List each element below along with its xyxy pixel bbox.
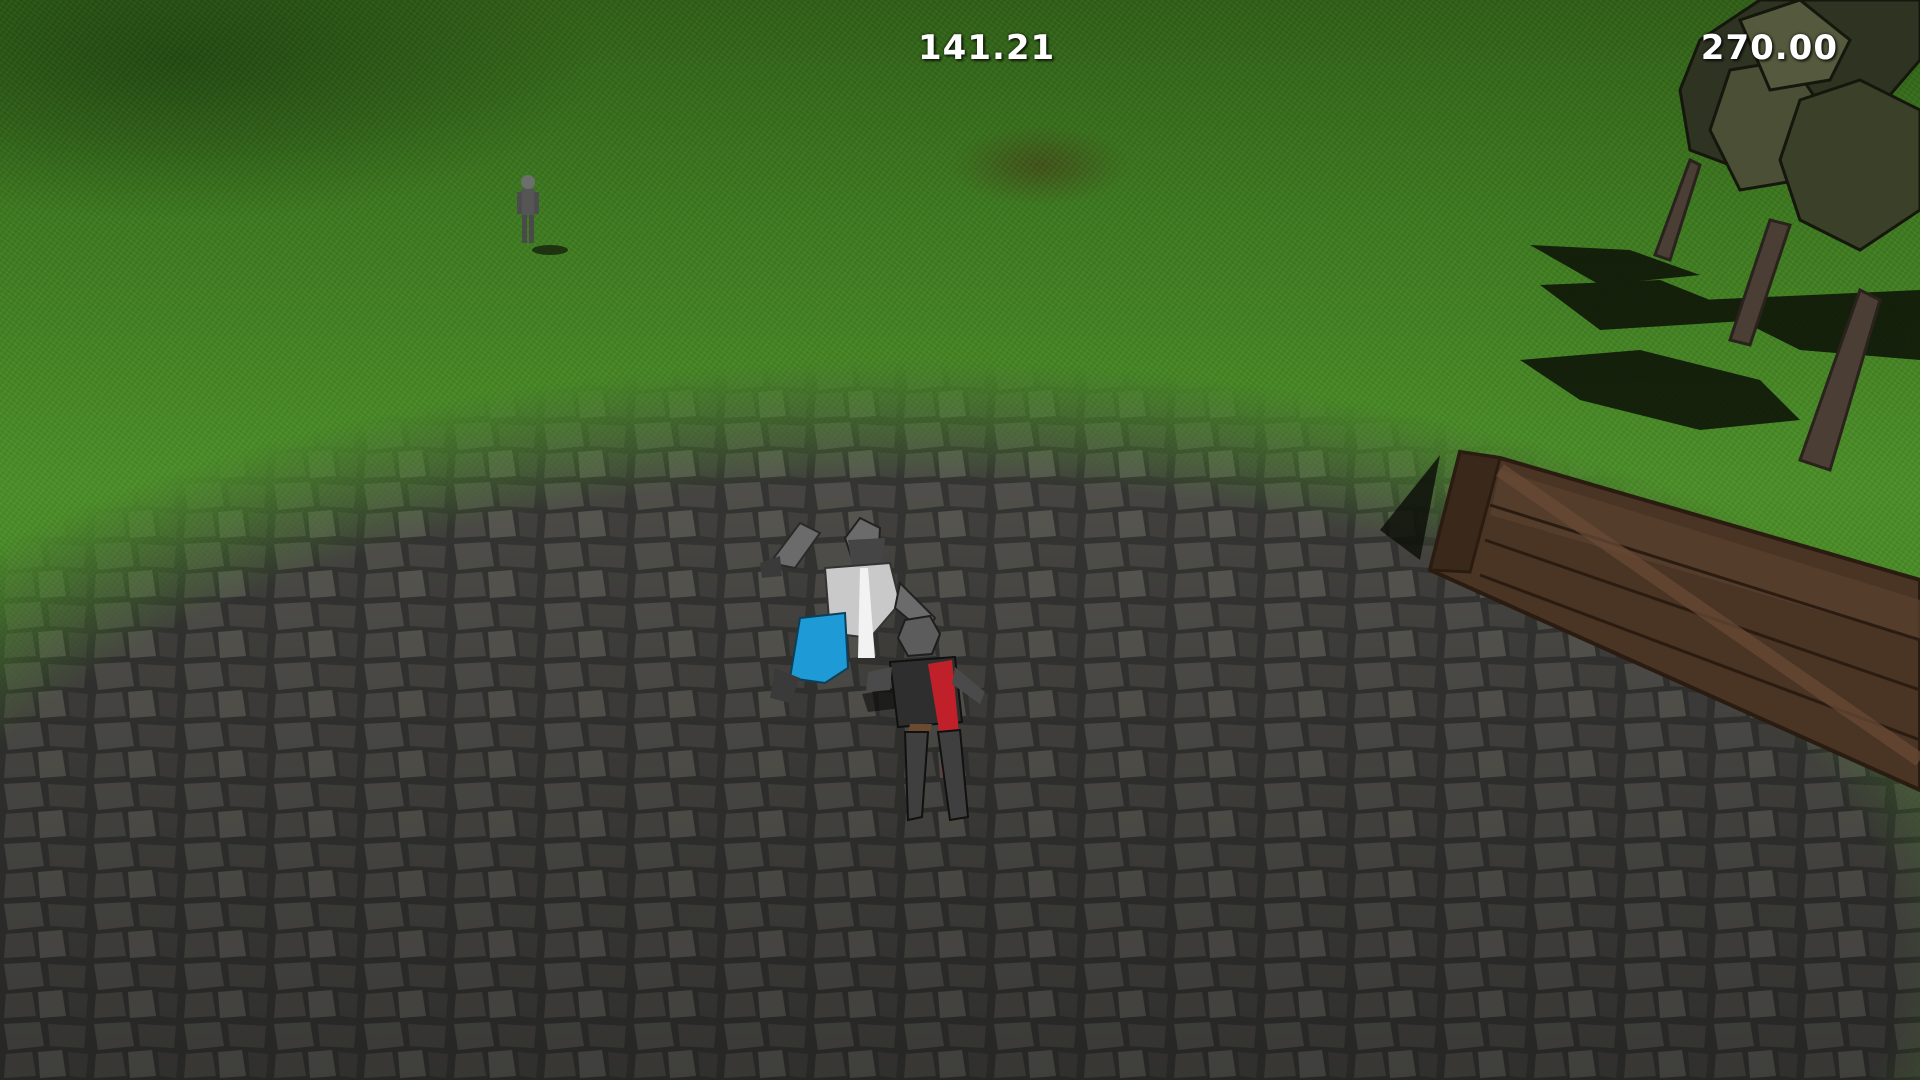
game-viewport[interactable]: 141.21 270.00 xyxy=(0,0,1920,1080)
enemy-knight-distant[interactable] xyxy=(510,172,570,262)
enemy-knight-red[interactable] xyxy=(850,612,1020,842)
score-display: 270.00 xyxy=(1700,28,1838,68)
round-timer: 141.21 xyxy=(918,28,1056,68)
